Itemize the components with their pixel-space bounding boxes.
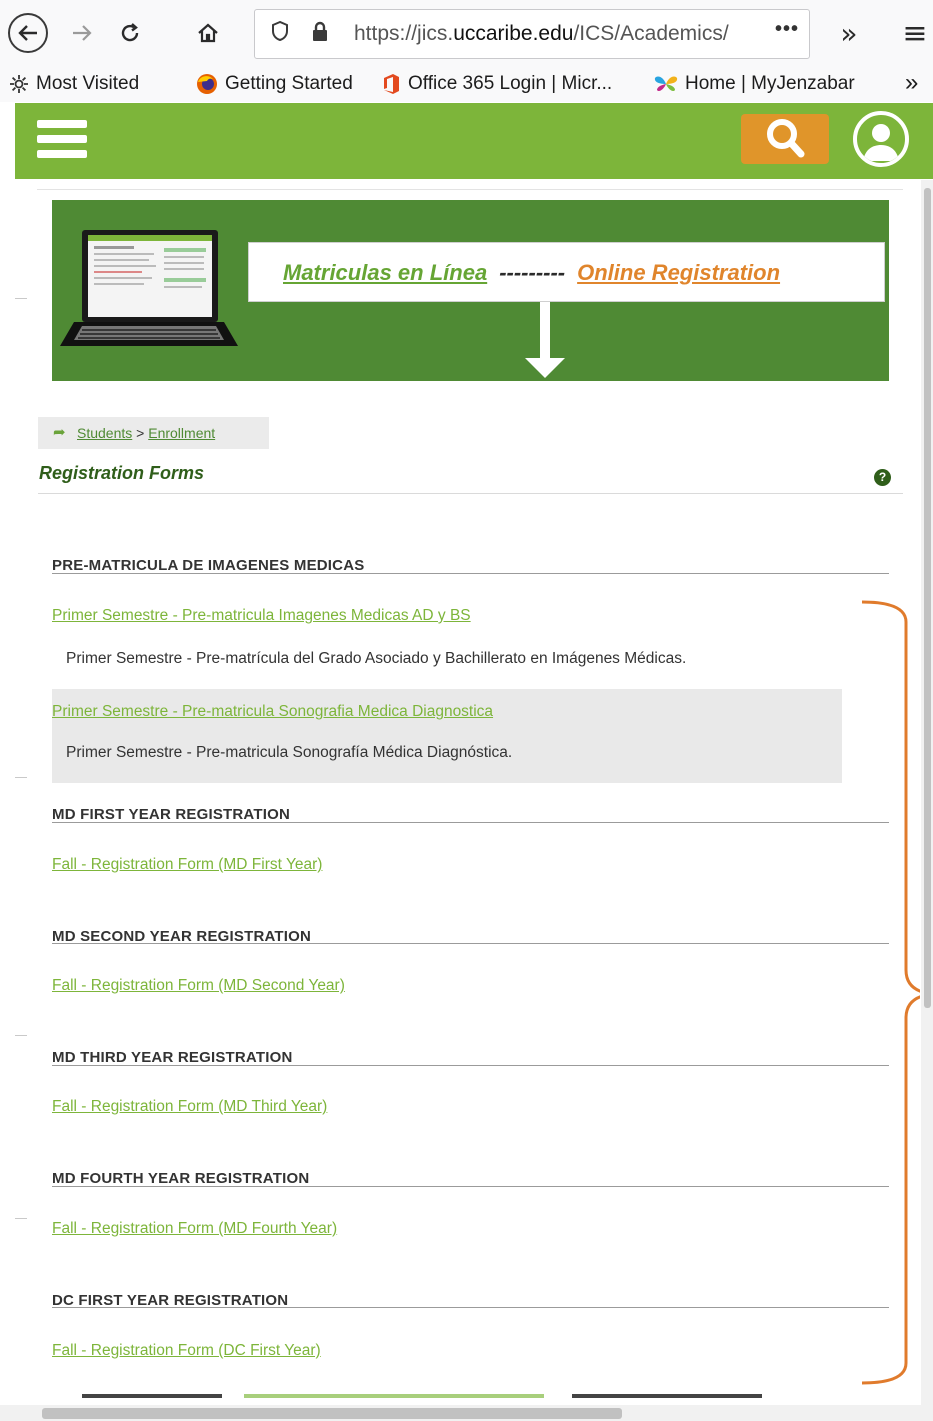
user-icon	[863, 124, 899, 161]
laptop-icon	[60, 230, 238, 346]
divider	[15, 298, 27, 299]
hamburger-menu-icon[interactable]	[37, 120, 87, 162]
breadcrumb-enrollment[interactable]: Enrollment	[148, 425, 215, 441]
bookmark-most-visited[interactable]: Most Visited	[9, 73, 139, 95]
divider	[37, 189, 903, 190]
group-heading: MD THIRD YEAR REGISTRATION	[52, 1049, 293, 1066]
online-registration-banner[interactable]: Matriculas en Línea --------- Online Regis…	[52, 200, 889, 381]
bookmark-label: Home | MyJenzabar	[685, 73, 855, 94]
toolbar-overflow-button[interactable]: »	[834, 13, 864, 53]
bookmark-getting-started[interactable]: Getting Started	[196, 73, 353, 95]
form-link[interactable]: Fall - Registration Form (MD Third Year)	[52, 1098, 327, 1116]
office-icon	[384, 74, 399, 94]
bookmarks-overflow-button[interactable]: »	[905, 69, 918, 97]
shield-icon[interactable]	[271, 20, 289, 47]
search-button[interactable]	[741, 114, 829, 164]
arrow-left-icon	[18, 25, 37, 41]
divider	[52, 1186, 889, 1187]
banner-title: Matriculas en Línea --------- Online Regis…	[283, 260, 780, 286]
clipped-content	[82, 1394, 762, 1398]
form-link[interactable]: Fall - Registration Form (MD Fourth Year…	[52, 1220, 337, 1238]
breadcrumb-students[interactable]: Students	[77, 425, 132, 441]
menu-button[interactable]: ≡	[900, 13, 930, 53]
gear-icon	[10, 75, 28, 93]
annotation-bracket	[861, 600, 920, 1385]
bookmark-office-365[interactable]: Office 365 Login | Micr...	[381, 73, 612, 95]
url-bar[interactable]: https://jics.uccaribe.edu/ICS/Academics/…	[254, 9, 810, 59]
divider	[52, 1065, 889, 1066]
divider	[15, 1035, 27, 1036]
form-description: Primer Semestre - Pre-matrícula del Grad…	[66, 650, 687, 667]
search-icon	[767, 119, 805, 158]
banner-dashes: ---------	[499, 260, 566, 285]
form-description: Primer Semestre - Pre-matricula Sonograf…	[66, 744, 513, 761]
breadcrumb-separator: >	[136, 425, 145, 441]
divider	[38, 493, 903, 494]
reload-icon	[121, 23, 139, 42]
banner-title-card: Matriculas en Línea --------- Online Regis…	[248, 242, 885, 302]
horizontal-scrollbar-thumb[interactable]	[42, 1408, 622, 1419]
user-account-button[interactable]	[853, 111, 909, 167]
form-link[interactable]: Fall - Registration Form (MD First Year)	[52, 856, 322, 874]
form-link[interactable]: Fall - Registration Form (DC First Year)	[52, 1342, 321, 1360]
back-button[interactable]	[8, 13, 48, 53]
share-arrow-icon: ➦	[53, 423, 66, 441]
bookmark-label: Office 365 Login | Micr...	[408, 73, 613, 94]
reload-button[interactable]	[112, 13, 148, 53]
lock-icon[interactable]	[311, 20, 329, 47]
home-icon	[198, 23, 218, 43]
group-heading: MD FOURTH YEAR REGISTRATION	[52, 1170, 310, 1187]
firefox-icon	[197, 74, 217, 94]
bookmark-myjenzabar[interactable]: Home | MyJenzabar	[654, 73, 855, 95]
divider	[15, 1218, 27, 1219]
group-heading: PRE-MATRICULA DE IMAGENES MEDICAS	[52, 557, 365, 574]
home-button[interactable]	[190, 13, 226, 53]
url-text[interactable]: https://jics.uccaribe.edu/ICS/Academics/	[354, 22, 729, 46]
help-icon[interactable]: ?	[874, 469, 891, 486]
breadcrumb: ➦ Students > Enrollment	[38, 417, 269, 449]
butterfly-icon	[654, 76, 678, 92]
arrow-right-icon	[73, 25, 92, 41]
divider	[52, 822, 889, 823]
site-header	[15, 103, 933, 179]
form-link[interactable]: Fall - Registration Form (MD Second Year…	[52, 977, 345, 995]
page-title: Registration Forms	[39, 463, 205, 483]
divider	[15, 777, 27, 778]
arrow-down-icon	[525, 302, 565, 378]
bookmark-label: Getting Started	[225, 73, 353, 94]
forward-button[interactable]	[64, 13, 100, 53]
bookmark-label: Most Visited	[36, 73, 140, 94]
banner-text-english[interactable]: Online Registration	[577, 260, 780, 285]
banner-text-spanish[interactable]: Matriculas en Línea	[283, 260, 487, 285]
browser-toolbar: https://jics.uccaribe.edu/ICS/Academics/…	[0, 0, 933, 68]
group-heading: MD FIRST YEAR REGISTRATION	[52, 806, 290, 823]
form-link[interactable]: Primer Semestre - Pre-matricula Sonograf…	[52, 703, 493, 721]
page-actions-button[interactable]: •••	[775, 18, 799, 41]
form-link[interactable]: Primer Semestre - Pre-matricula Imagenes…	[52, 607, 471, 625]
divider	[52, 1307, 889, 1308]
bookmarks-bar: Most Visited Getting Started Office 365 …	[0, 68, 933, 102]
divider	[52, 573, 889, 574]
divider	[52, 943, 889, 944]
vertical-scrollbar-thumb[interactable]	[924, 188, 931, 1008]
